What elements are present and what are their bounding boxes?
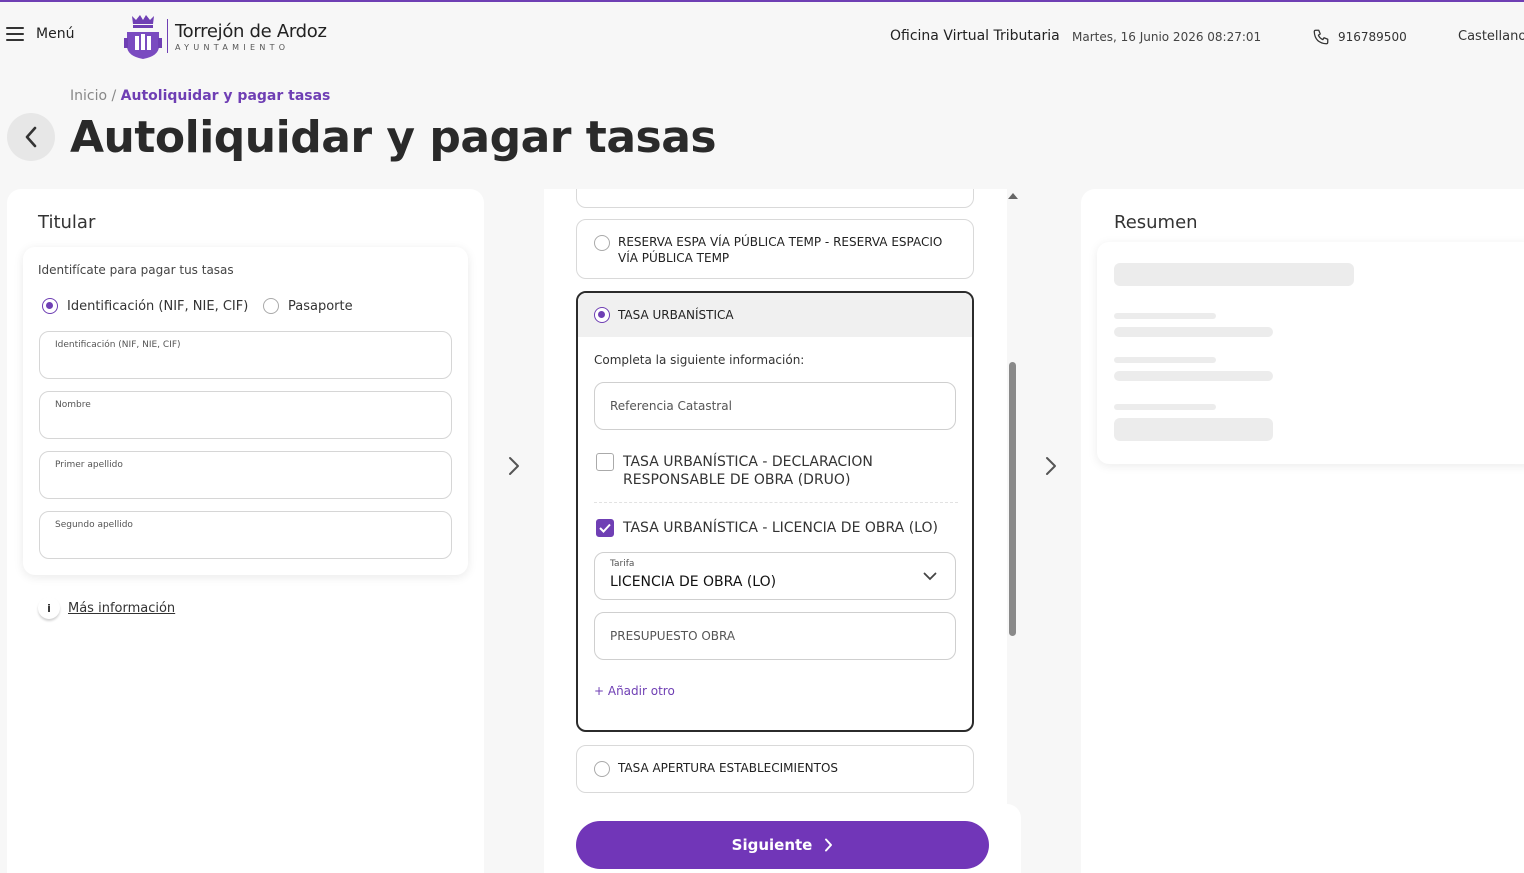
date-time: Martes, 16 Junio 2026 08:27:01 [1072, 30, 1262, 44]
breadcrumb-current: Autoliquidar y pagar tasas [120, 88, 331, 104]
breadcrumb-separator: / [111, 88, 117, 104]
id-type-passport-label: Pasaporte [288, 298, 353, 314]
skeleton-title [1114, 263, 1354, 286]
phone-number: 916789500 [1338, 30, 1407, 44]
breadcrumb: Inicio / Autoliquidar y pagar tasas [70, 88, 330, 104]
add-other-link[interactable]: + Añadir otro [594, 684, 675, 698]
option-tasa-urbanistica[interactable]: TASA URBANÍSTICA Completa la siguiente i… [576, 291, 974, 732]
presupuesto-obra-placeholder: PRESUPUESTO OBRA [610, 629, 736, 643]
radio-empty-icon [594, 761, 610, 777]
step-chevron-right-1 [500, 452, 528, 480]
id-type-nif-radio[interactable]: Identificación (NIF, NIE, CIF) [42, 298, 248, 314]
referencia-catastral-placeholder: Referencia Catastral [610, 399, 732, 413]
radio-selected-icon [594, 307, 610, 323]
primer-apellido-label: Primer apellido [55, 460, 123, 470]
logo[interactable]: Torrejón de Ardoz AYUNTAMIENTO [124, 12, 327, 60]
coat-of-arms-icon [124, 15, 162, 59]
next-button-label: Siguiente [731, 836, 813, 854]
phone-link[interactable]: 916789500 [1312, 28, 1407, 46]
tarifa-value: LICENCIA DE OBRA (LO) [610, 574, 777, 590]
skeleton-block [1114, 418, 1273, 441]
chevron-right-icon [509, 457, 519, 475]
dashed-divider [594, 502, 958, 503]
scrollbar-thumb[interactable] [1009, 362, 1016, 636]
next-button[interactable]: Siguiente [576, 821, 989, 869]
breadcrumb-home[interactable]: Inicio [70, 88, 107, 104]
id-type-nif-label: Identificación (NIF, NIE, CIF) [67, 298, 249, 314]
identificacion-field[interactable]: Identificación (NIF, NIE, CIF) [39, 331, 452, 379]
checkbox-checked-icon [596, 519, 614, 537]
nombre-field[interactable]: Nombre [39, 391, 452, 439]
chevron-down-icon [923, 572, 937, 581]
logo-name: Torrejón de Ardoz [175, 20, 327, 42]
primer-apellido-field[interactable]: Primer apellido [39, 451, 452, 499]
checkbox-unchecked-icon [596, 453, 614, 471]
option-tasa-urbanistica-label: TASA URBANÍSTICA [618, 308, 734, 322]
titular-heading: Titular [38, 212, 96, 233]
segundo-apellido-label: Segundo apellido [55, 520, 133, 530]
skeleton-line [1114, 357, 1216, 363]
check-icon [599, 523, 611, 533]
radio-selected-icon [42, 298, 58, 314]
skeleton-line [1114, 313, 1216, 319]
option-tasa-apertura[interactable]: TASA APERTURA ESTABLECIMIENTOS [576, 745, 974, 793]
office-title: Oficina Virtual Tributaria [890, 28, 1060, 44]
menu-button[interactable]: Menú [6, 26, 74, 42]
id-type-passport-radio[interactable]: Pasaporte [263, 298, 353, 314]
identificacion-label: Identificación (NIF, NIE, CIF) [55, 340, 181, 350]
more-info-link[interactable]: Más información [68, 601, 175, 616]
hamburger-icon [6, 27, 24, 41]
option-reserva-espacio-label: RESERVA ESPA VÍA PÚBLICA TEMP - RESERVA … [618, 235, 943, 265]
step-chevron-right-2 [1037, 452, 1065, 480]
more-info[interactable]: i Más información [38, 597, 175, 619]
language-selector[interactable]: Castellano [1458, 29, 1524, 44]
chevron-left-icon [25, 126, 37, 148]
option-reserva-espacio[interactable]: RESERVA ESPA VÍA PÚBLICA TEMP - RESERVA … [576, 219, 974, 279]
radio-empty-icon [594, 235, 610, 251]
chevron-right-icon [825, 838, 833, 852]
checkbox-licencia-obra[interactable]: TASA URBANÍSTICA - LICENCIA DE OBRA (LO) [596, 519, 938, 537]
checkbox-druo[interactable]: TASA URBANÍSTICA - DECLARACION RESPONSAB… [596, 453, 923, 489]
presupuesto-obra-field[interactable]: PRESUPUESTO OBRA [594, 612, 956, 660]
info-icon: i [38, 597, 60, 619]
resumen-heading: Resumen [1114, 212, 1198, 233]
checkbox-licencia-obra-label: TASA URBANÍSTICA - LICENCIA DE OBRA (LO) [623, 520, 938, 536]
checkbox-druo-label: TASA URBANÍSTICA - DECLARACION RESPONSAB… [623, 454, 873, 488]
scroll-up-arrow-icon[interactable] [1008, 193, 1018, 199]
page-title: Autoliquidar y pagar tasas [70, 112, 717, 163]
menu-label: Menú [36, 26, 75, 42]
back-button[interactable] [7, 113, 55, 161]
radio-empty-icon [263, 298, 279, 314]
logo-divider [167, 19, 168, 53]
tarifa-label: Tarifa [610, 559, 635, 569]
tarifa-select[interactable]: Tarifa LICENCIA DE OBRA (LO) [594, 552, 956, 600]
skeleton-line [1114, 327, 1273, 337]
nombre-label: Nombre [55, 400, 91, 410]
chevron-right-icon [1046, 457, 1056, 475]
referencia-catastral-field[interactable]: Referencia Catastral [594, 382, 956, 430]
identification-hint: Identifícate para pagar tus tasas [38, 263, 234, 277]
option-tasa-urbanistica-header[interactable]: TASA URBANÍSTICA [578, 293, 972, 337]
scroll-mask [544, 162, 1014, 189]
segundo-apellido-field[interactable]: Segundo apellido [39, 511, 452, 559]
skeleton-line [1114, 404, 1216, 410]
skeleton-line [1114, 371, 1273, 381]
expanded-prompt: Completa la siguiente información: [594, 353, 805, 367]
logo-subtitle: AYUNTAMIENTO [175, 42, 290, 52]
phone-icon [1313, 29, 1329, 45]
option-tasa-apertura-label: TASA APERTURA ESTABLECIMIENTOS [618, 761, 839, 775]
